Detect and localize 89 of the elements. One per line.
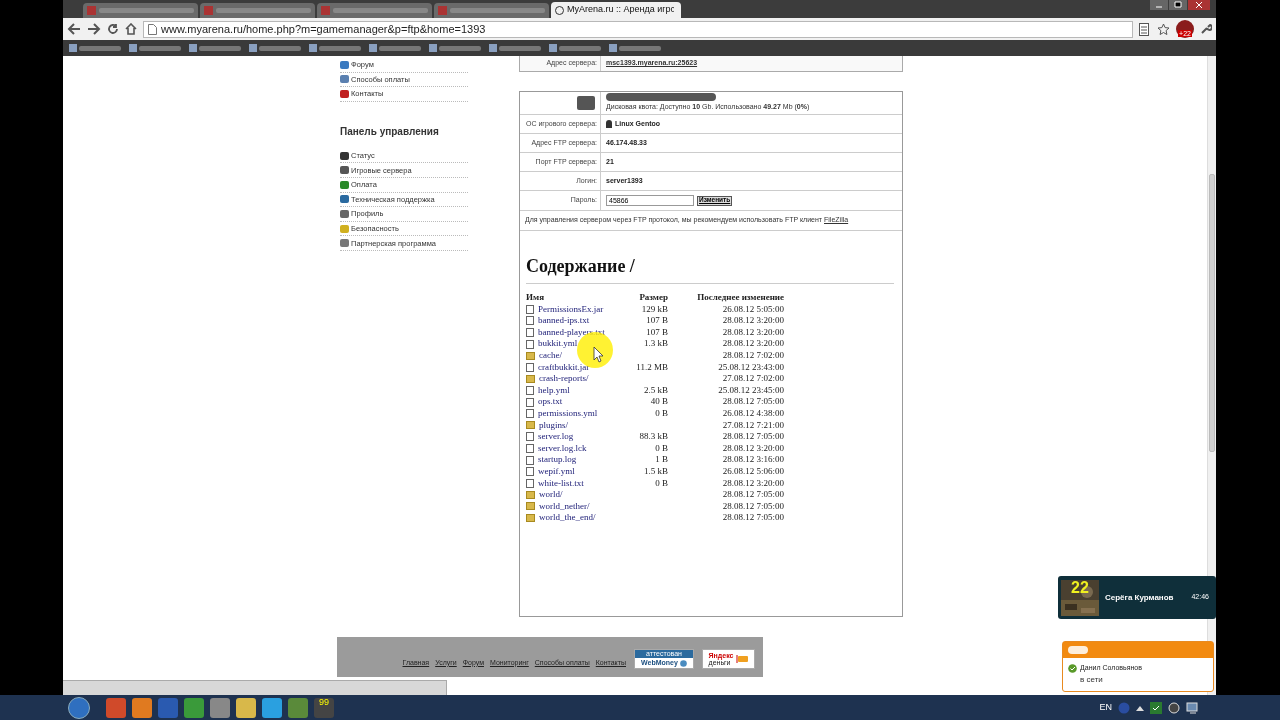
size-cell: 40 B [650, 396, 668, 407]
back-icon[interactable] [67, 23, 81, 35]
home-icon[interactable] [125, 23, 137, 35]
file-link[interactable]: white-list.txt [538, 477, 584, 490]
date-cell: 28.08.12 3:20:00 [722, 315, 784, 326]
bookmark[interactable] [309, 44, 361, 52]
size-cell: 1.5 kB [644, 465, 668, 476]
size-cell: 107 B [646, 315, 668, 326]
file-link[interactable]: server.log.lck [538, 442, 587, 455]
bookmark[interactable] [69, 44, 121, 52]
level-number: 22 [1071, 579, 1089, 596]
wrench-icon[interactable] [1200, 23, 1212, 35]
date-cell: 28.08.12 7:02:00 [722, 349, 784, 360]
arrow-up-icon[interactable] [1136, 704, 1144, 711]
file-link[interactable]: plugins/ [539, 419, 568, 432]
date-cell: 28.08.12 7:05:00 [722, 512, 784, 523]
bookmark[interactable] [369, 44, 421, 52]
url-text: www.myarena.ru/home.php?m=gamemanager&p=ftp&home=1393 [161, 21, 486, 37]
date-cell: 26.08.12 5:05:00 [722, 303, 784, 314]
date-cell: 27.08.12 7:21:00 [722, 419, 784, 430]
date-cell: 28.08.12 3:20:00 [722, 477, 784, 488]
page-menu-icon[interactable] [1139, 22, 1151, 36]
notification-name: Серёга Курманов [1105, 591, 1175, 604]
badge-count: 99 [319, 697, 329, 707]
bookmark[interactable] [189, 44, 241, 52]
file-link[interactable]: bukkit.yml [538, 338, 578, 350]
file-link[interactable]: ops.txt [538, 396, 563, 408]
size-cell: 0 B [655, 407, 668, 418]
file-link[interactable]: world/ [539, 489, 563, 501]
file-link[interactable]: craftbukkit.jar [538, 361, 590, 374]
app-button[interactable]: 99 [314, 697, 334, 718]
file-link[interactable]: cache/ [539, 349, 562, 362]
date-cell: 25.08.12 23:43:00 [718, 361, 784, 372]
size-cell: 88.3 kB [639, 431, 668, 442]
contact-status: в сети [1079, 673, 1104, 686]
file-link[interactable]: server.log [538, 431, 574, 443]
size-cell: 2.5 kB [644, 384, 668, 395]
file-link[interactable]: world_nether/ [539, 500, 590, 513]
page-icon [148, 23, 157, 35]
star-icon[interactable] [1157, 22, 1170, 36]
column-header: Размер [638, 292, 668, 304]
column-header: Имя [526, 292, 545, 304]
size-cell: 0 B [655, 477, 668, 488]
size-cell: 129 kB [641, 303, 668, 314]
start-button[interactable] [68, 696, 90, 719]
file-link[interactable]: help.yml [538, 384, 570, 397]
date-cell: 27.08.12 7:02:00 [722, 373, 784, 384]
date-cell: 28.08.12 3:20:00 [722, 442, 784, 453]
address-bar[interactable]: www.myarena.ru/home.php?m=gamemanager&p=ftp&home=1393 [143, 20, 1133, 38]
bookmark[interactable] [549, 44, 601, 52]
date-cell: 28.08.12 7:05:00 [722, 431, 784, 442]
file-link[interactable]: banned-ips.txt [538, 315, 590, 327]
size-cell: 1 B [655, 454, 668, 465]
bookmark[interactable] [489, 44, 541, 52]
size-cell: 107 B [646, 326, 668, 337]
date-cell: 28.08.12 7:05:00 [722, 396, 784, 407]
window-controls[interactable] [1150, 0, 1210, 11]
file-link[interactable]: banned-players.txt [538, 326, 605, 339]
date-cell: 28.08.12 7:05:00 [722, 500, 784, 511]
file-link[interactable]: permissions.yml [538, 407, 598, 420]
section-heading: Панель управления [340, 124, 440, 139]
listing-title: Содержание / [526, 257, 636, 275]
file-link[interactable]: PermissionsEx.jar [538, 303, 604, 316]
date-cell: 28.08.12 3:16:00 [722, 454, 784, 465]
file-icon [526, 362, 534, 372]
file-link[interactable]: startup.log [538, 454, 577, 466]
date-cell: 26.08.12 4:38:00 [722, 407, 784, 418]
date-cell: 28.08.12 7:05:00 [722, 489, 784, 500]
date-cell: 25.08.12 23:45:00 [718, 384, 784, 395]
hard-drive-icon [577, 96, 595, 110]
file-link[interactable]: world_the_end/ [539, 512, 596, 524]
size-cell: 0 B [655, 442, 668, 453]
file-link[interactable]: crash-reports/ [539, 373, 589, 385]
browser-tab[interactable]: MyArena.ru :: Аренда игрс [551, 2, 681, 18]
forward-icon[interactable] [87, 23, 101, 35]
date-cell: 28.08.12 3:20:00 [722, 338, 784, 349]
date-cell: 26.08.12 5:06:00 [722, 465, 784, 476]
bookmark[interactable] [429, 44, 481, 52]
online-status-icon [1068, 663, 1077, 673]
bookmark[interactable] [249, 44, 301, 52]
language-indicator[interactable]: EN [1099, 700, 1112, 715]
file-link[interactable]: wepif.yml [538, 465, 575, 478]
date-cell: 28.08.12 3:20:00 [722, 326, 784, 337]
column-header: Последнее изменение [696, 292, 784, 304]
bookmark[interactable] [609, 44, 661, 52]
reload-icon[interactable] [107, 23, 119, 35]
size-cell: 1.3 kB [644, 338, 668, 349]
bookmark[interactable] [129, 44, 181, 52]
size-cell: 11.2 MB [636, 361, 668, 372]
